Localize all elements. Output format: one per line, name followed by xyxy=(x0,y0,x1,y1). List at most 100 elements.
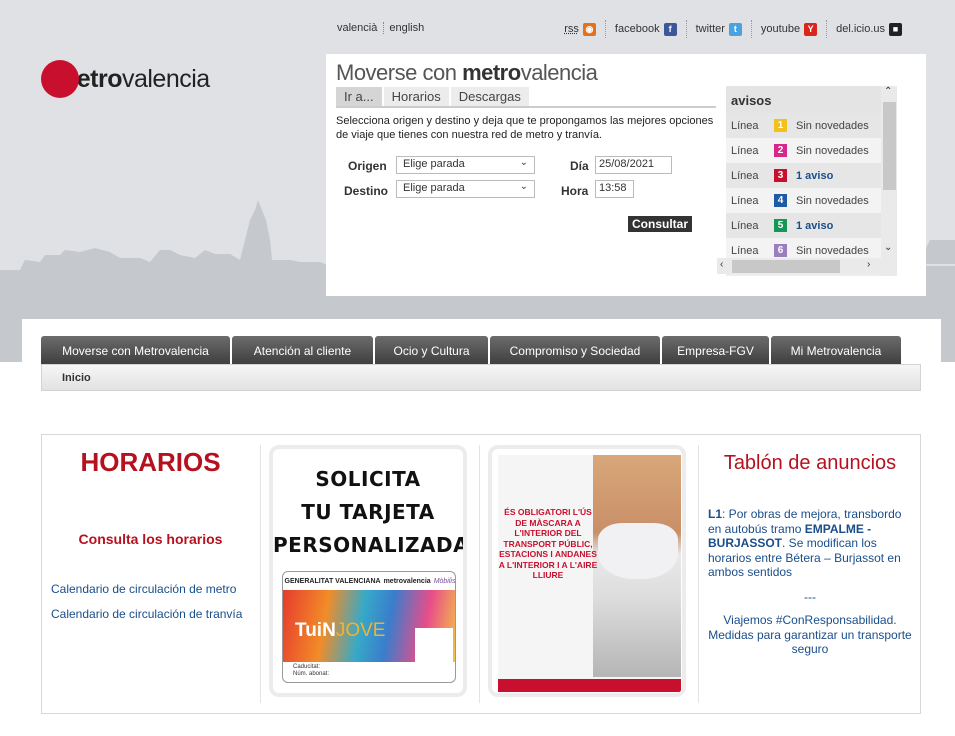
avisos-vertical-scrollbar[interactable]: ⌃ ⌄ xyxy=(881,86,897,276)
poster-footer-bar xyxy=(498,679,681,692)
avisos-horizontal-scrollbar[interactable]: ‹ › xyxy=(717,258,881,274)
lang-english-link[interactable]: english xyxy=(389,22,430,34)
tuin-jove-card-image: GENERALITAT VALENCIANA metrovalencia Mòb… xyxy=(282,571,456,683)
scroll-up-icon[interactable]: ⌃ xyxy=(884,86,892,97)
origen-label: Origen xyxy=(348,159,387,173)
main-navigation: Moverse con Metrovalencia Atención al cli… xyxy=(41,336,921,364)
trip-planner-panel: Moverse con metrovalencia Ir a... Horari… xyxy=(326,54,926,296)
line-number-badge: 3 xyxy=(774,169,787,182)
breadcrumb-inicio[interactable]: Inicio xyxy=(62,372,91,384)
linea-label: Línea xyxy=(731,244,759,257)
planner-title: Moverse con metrovalencia xyxy=(336,60,598,85)
destino-select[interactable]: Elige parada ⌄ xyxy=(396,180,535,198)
line-number-badge: 4 xyxy=(774,194,787,207)
scroll-thumb[interactable] xyxy=(732,260,840,273)
nav-item-0[interactable]: Moverse con Metrovalencia xyxy=(41,336,230,364)
personalized-card-promo[interactable]: SOLICITA TU TARJETA PERSONALIZADA GENERA… xyxy=(269,445,467,697)
facebook-link[interactable]: facebook f xyxy=(604,20,686,38)
aviso-row-linea-2[interactable]: Línea 2 Sin novedades xyxy=(726,138,897,163)
language-switcher: valencià english xyxy=(337,22,435,34)
delicious-icon: ■ xyxy=(889,22,902,36)
column-divider xyxy=(698,445,699,703)
metro-calendar-link[interactable]: Calendario de circulación de metro xyxy=(51,582,236,596)
announcement-l1[interactable]: L1: Por obras de mejora, transbordo en a… xyxy=(708,507,912,580)
mask-mandatory-promo[interactable]: ÉS OBLIGATORI L'ÚS DE MÀSCARA A L'INTERI… xyxy=(488,445,686,697)
line-number-badge: 2 xyxy=(774,144,787,157)
logo-circle xyxy=(41,60,79,98)
lang-valencia-link[interactable]: valencià xyxy=(337,22,385,34)
nav-item-1[interactable]: Atención al cliente xyxy=(232,336,373,364)
linea-label: Línea xyxy=(731,119,759,132)
line-status: Sin novedades xyxy=(796,194,869,207)
metrovalencia-logo[interactable]: metrovalencia xyxy=(41,60,210,98)
line-number-badge: 6 xyxy=(774,244,787,257)
scroll-down-icon[interactable]: ⌄ xyxy=(884,242,892,253)
linea-label: Línea xyxy=(731,144,759,157)
hora-label: Hora xyxy=(561,184,589,198)
mask-poster-image: ÉS OBLIGATORI L'ÚS DE MÀSCARA A L'INTERI… xyxy=(498,455,681,692)
scroll-thumb[interactable] xyxy=(883,102,896,190)
planner-tabs: Ir a... Horarios Descargas xyxy=(336,87,716,108)
linea-label: Línea xyxy=(731,169,759,182)
chevron-down-icon: ⌄ xyxy=(519,157,528,168)
column-divider xyxy=(260,445,261,703)
aviso-row-linea-3[interactable]: Línea 3 1 aviso xyxy=(726,163,897,188)
aviso-row-linea-1[interactable]: Línea 1 Sin novedades xyxy=(726,113,897,138)
linea-label: Línea xyxy=(731,219,759,232)
scroll-left-icon[interactable]: ‹ xyxy=(720,259,723,270)
announcement-responsabilidad[interactable]: Viajemos #ConResponsabilidad. Medidas pa… xyxy=(708,613,912,657)
tablon-title: Tablón de anuncios xyxy=(723,452,897,474)
announcement-separator: --- xyxy=(804,590,816,604)
tab-descargas[interactable]: Descargas xyxy=(450,87,529,106)
nav-item-5[interactable]: Mi Metrovalencia xyxy=(771,336,901,364)
aviso-row-linea-4[interactable]: Línea 4 Sin novedades xyxy=(726,188,897,213)
tram-calendar-link[interactable]: Calendario de circulación de tranvía xyxy=(51,607,242,621)
promo-headline: SOLICITA TU TARJETA PERSONALIZADA xyxy=(273,467,467,557)
horarios-title: HORARIOS xyxy=(80,447,221,477)
line-status: Sin novedades xyxy=(796,244,869,257)
mask-poster-text: ÉS OBLIGATORI L'ÚS DE MÀSCARA A L'INTERI… xyxy=(498,507,598,580)
youtube-link[interactable]: youtube Y xyxy=(750,20,826,38)
line-status: Sin novedades xyxy=(796,119,869,132)
youtube-icon: Y xyxy=(804,22,818,36)
column-divider xyxy=(479,445,480,703)
line-status: Sin novedades xyxy=(796,144,869,157)
scroll-right-icon[interactable]: › xyxy=(867,259,870,270)
breadcrumb: Inicio xyxy=(41,364,921,391)
line-number-badge: 5 xyxy=(774,219,787,232)
avisos-list: Línea 1 Sin novedades Línea 2 Sin novedades Lí… xyxy=(726,113,897,263)
aviso-row-linea-5[interactable]: Línea 5 1 aviso xyxy=(726,213,897,238)
origen-select[interactable]: Elige parada ⌄ xyxy=(396,156,535,174)
nav-item-2[interactable]: Ocio y Cultura xyxy=(375,336,488,364)
rss-icon: ◉ xyxy=(582,22,596,36)
dia-input[interactable]: 25/08/2021 xyxy=(595,156,672,174)
social-links: rss ◉ facebook f twitter t youtube Y del.ici… xyxy=(555,20,911,38)
line-status[interactable]: 1 aviso xyxy=(796,170,833,182)
destino-label: Destino xyxy=(344,184,389,198)
hora-input[interactable]: 13:58 xyxy=(595,180,634,198)
card-footer: Caducitat: Núm. abonat: xyxy=(293,664,330,677)
content-box: HORARIOS Consulta los horarios Calendari… xyxy=(41,434,921,714)
twitter-link[interactable]: twitter t xyxy=(685,20,751,38)
line-status[interactable]: 1 aviso xyxy=(796,220,833,232)
card-photo-area xyxy=(415,628,453,668)
tab-horarios[interactable]: Horarios xyxy=(383,87,449,106)
rss-link[interactable]: rss ◉ xyxy=(555,20,605,38)
card-logos: GENERALITAT VALENCIANA metrovalencia Mòb… xyxy=(284,577,456,585)
facebook-icon: f xyxy=(663,22,677,36)
face-mask xyxy=(598,523,678,579)
delicious-link[interactable]: del.icio.us ■ xyxy=(826,20,911,38)
avisos-panel: avisos Línea 1 Sin novedades Línea 2 Sin nove… xyxy=(726,86,897,276)
consultar-button[interactable]: Consultar xyxy=(628,216,693,232)
tab-ir-a[interactable]: Ir a... xyxy=(336,87,382,106)
linea-label: Línea xyxy=(731,194,759,207)
chevron-down-icon: ⌄ xyxy=(519,181,528,192)
dia-label: Día xyxy=(570,159,589,173)
horarios-subtitle-link[interactable]: Consulta los horarios xyxy=(42,531,259,547)
avisos-title: avisos xyxy=(726,86,897,113)
nav-item-4[interactable]: Empresa-FGV xyxy=(662,336,769,364)
planner-description: Selecciona origen y destino y deja que t… xyxy=(336,115,714,141)
line-number-badge: 1 xyxy=(774,119,787,132)
twitter-icon: t xyxy=(728,22,742,36)
nav-item-3[interactable]: Compromiso y Sociedad xyxy=(490,336,660,364)
